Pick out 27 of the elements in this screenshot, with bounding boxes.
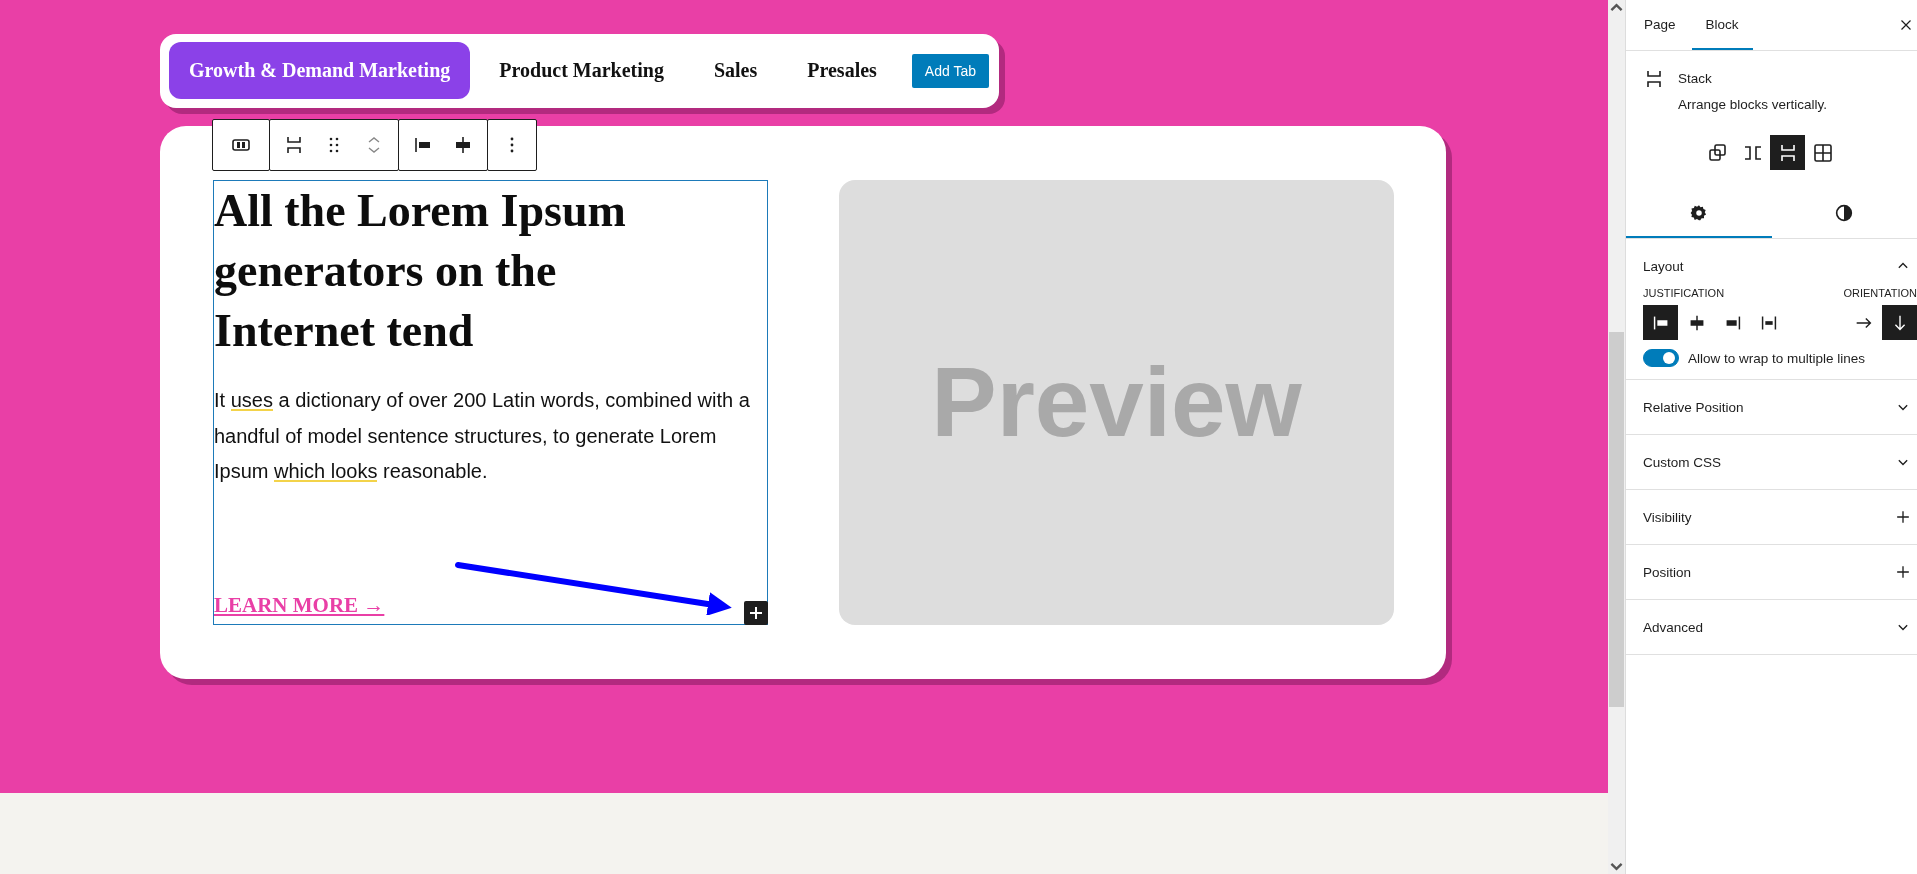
block-title: Stack — [1678, 70, 1713, 88]
add-tab-button[interactable]: Add Tab — [911, 53, 989, 88]
panel-header[interactable]: Relative Position — [1626, 380, 1917, 434]
paragraph: It uses a dictionary of over 200 Latin words, combined with a handful of model sentence structures, to generate Lorem Ipsum which looks reasonable. — [214, 388, 751, 484]
scrollbar[interactable] — [1608, 0, 1626, 874]
panel-header[interactable]: Visibility — [1626, 490, 1917, 544]
add-block-button[interactable] — [744, 601, 768, 625]
tab[interactable]: Sales — [692, 42, 779, 99]
toggle-switch[interactable] — [1643, 349, 1679, 367]
tab[interactable]: Presales — [786, 42, 898, 99]
variation-button[interactable] — [1770, 135, 1805, 170]
sidebar-tab[interactable]: Block — [1691, 0, 1753, 50]
learn-more-link[interactable]: LEARN MORE → — [214, 593, 385, 618]
heading: All the Lorem Ipsum generators on the Internet tend — [214, 184, 627, 358]
panel-header[interactable]: Advanced — [1626, 600, 1917, 654]
scrollbar-thumb[interactable] — [1609, 332, 1624, 707]
tab[interactable]: Product Marketing — [478, 42, 685, 99]
justification-button[interactable] — [1643, 305, 1678, 340]
orientation-label: ORIENTATION — [1843, 287, 1917, 299]
block-description: Arrange blocks vertically. — [1678, 97, 1829, 112]
orientation-button[interactable] — [1882, 305, 1917, 340]
tab[interactable]: Growth & Demand Marketing — [169, 42, 471, 99]
toggle-label: Allow to wrap to multiple lines — [1688, 350, 1866, 366]
panel-header[interactable]: Custom CSS — [1626, 435, 1917, 489]
justification-label: JUSTIFICATION — [1643, 287, 1725, 299]
sidebar-tab[interactable]: Page — [1634, 0, 1686, 50]
panel-header[interactable]: Position — [1626, 545, 1917, 599]
